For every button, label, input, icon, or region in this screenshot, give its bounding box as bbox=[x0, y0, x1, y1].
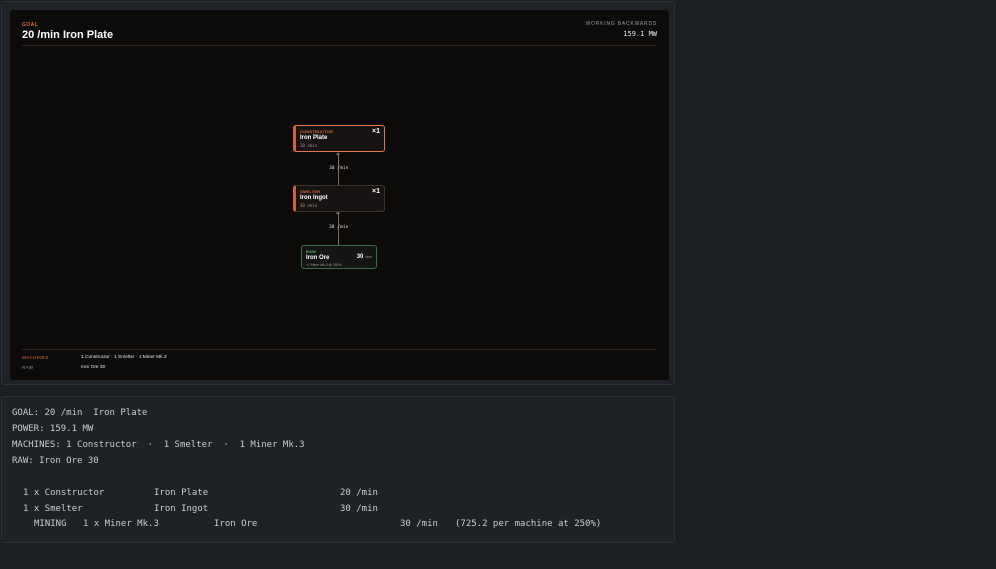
edge-label: 30 /min bbox=[329, 225, 349, 230]
goal-title: 20 /min Iron Plate bbox=[22, 29, 114, 41]
summary-divider bbox=[22, 349, 657, 350]
report-power-line: POWER: 159.1 MW bbox=[12, 424, 94, 434]
node-machine-count: ×1 bbox=[372, 128, 380, 135]
machines-value: 1 Constructor · 1 Smelter · 1 Miner Mk.3 bbox=[81, 355, 167, 360]
mining-note: (725.2 per machine at 250%) bbox=[455, 519, 602, 529]
node-item-name: Iron Ingot bbox=[300, 195, 328, 201]
working-backwards-caption: WORKING BACKWARDS bbox=[585, 21, 657, 27]
raw-amount-unit: /min bbox=[365, 255, 372, 259]
report-machines-line: MACHINES: 1 Constructor · 1 Smelter · 1 … bbox=[12, 440, 305, 450]
node-resource-type: RAW bbox=[306, 249, 316, 254]
goal-caption: GOAL bbox=[22, 22, 39, 28]
mining-tag: MINING bbox=[34, 519, 67, 529]
node-iron-plate[interactable]: CONSTRUCTOR Iron Plate 20 /min ×1 bbox=[293, 125, 385, 152]
production-chain-diagram: GOAL 20 /min Iron Plate WORKING BACKWARD… bbox=[10, 10, 669, 380]
node-rate: 30 /min bbox=[300, 203, 317, 208]
mining-rate: 30 /min bbox=[400, 519, 438, 529]
node-rate: 20 /min bbox=[300, 143, 317, 148]
diagram-panel: GOAL 20 /min Iron Plate WORKING BACKWARD… bbox=[1, 1, 675, 385]
node-item-name: Iron Ore bbox=[306, 255, 330, 261]
node-iron-ore[interactable]: RAW Iron Ore 30/min <1 Miner Mk.3 @ 250% bbox=[301, 245, 377, 269]
raw-amount-value: 30 bbox=[356, 254, 364, 260]
row-machine: 1 x Constructor bbox=[23, 488, 105, 498]
node-item-name: Iron Plate bbox=[300, 135, 328, 141]
machines-label: MACHINES bbox=[22, 355, 49, 360]
raw-amount: 30/min bbox=[357, 254, 372, 260]
mining-machine: 1 x Miner Mk.3 bbox=[83, 519, 159, 529]
node-machine-type: SMELTER bbox=[300, 189, 321, 194]
mining-item: Iron Ore bbox=[214, 519, 258, 529]
row-item: Iron Plate bbox=[154, 488, 209, 498]
edge-arrow-icon bbox=[336, 152, 340, 155]
text-report-panel: GOAL: 20 /min Iron Plate POWER: 159.1 MW… bbox=[1, 396, 675, 543]
node-machine-type: CONSTRUCTOR bbox=[300, 129, 334, 134]
row-rate: 20 /min bbox=[340, 488, 378, 498]
raw-value: Iron Ore 30 bbox=[81, 365, 106, 370]
raw-miner-detail: <1 Miner Mk.3 @ 250% bbox=[306, 263, 342, 267]
node-iron-ingot[interactable]: SMELTER Iron Ingot 30 /min ×1 bbox=[293, 185, 385, 212]
row-item: Iron Ingot bbox=[154, 504, 209, 514]
node-machine-count: ×1 bbox=[372, 188, 380, 195]
row-machine: 1 x Smelter bbox=[23, 504, 83, 514]
header-divider bbox=[22, 45, 657, 46]
total-power: 159.1 MW bbox=[623, 30, 657, 38]
raw-label: RAW bbox=[22, 365, 34, 370]
report-goal-line: GOAL: 20 /min Iron Plate bbox=[12, 408, 148, 418]
row-rate: 30 /min bbox=[340, 504, 378, 514]
edge-label: 30 /min bbox=[329, 166, 349, 171]
report-raw-line: RAW: Iron Ore 30 bbox=[12, 456, 99, 466]
